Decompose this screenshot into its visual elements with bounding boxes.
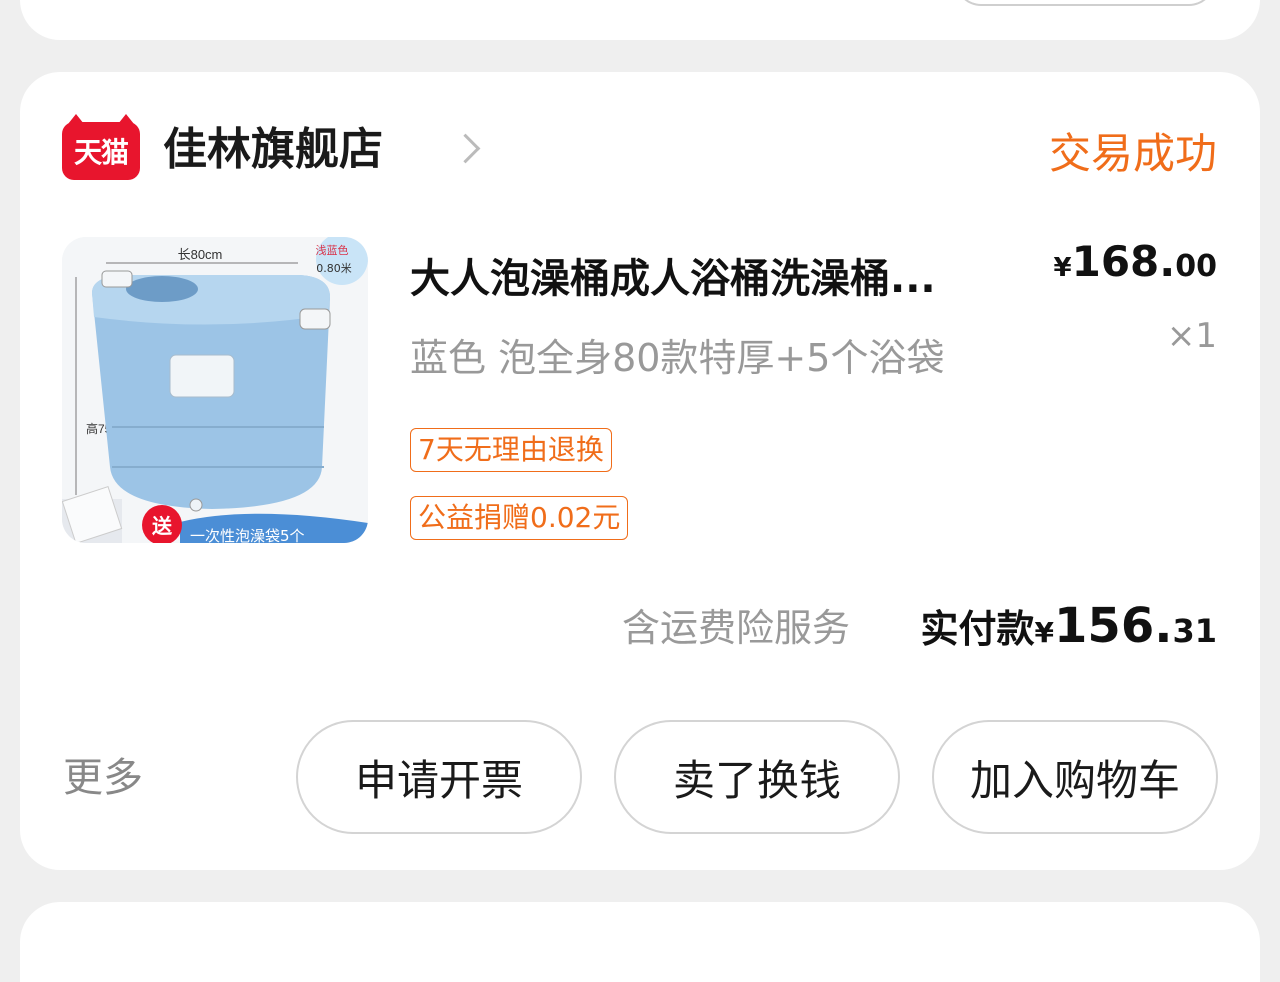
shipping-insurance-note: 含运费险服务 xyxy=(622,606,851,650)
color-badge-line2: 0.80米 xyxy=(316,262,352,275)
paid-amount: 实付款¥156.31 xyxy=(921,596,1217,667)
sell-item-button[interactable]: 卖了换钱 xyxy=(614,720,900,834)
bath-tub-illustration: 长80cm 高75cm 浅蓝色 0.80米 送 一次性泡澡袋5个 xyxy=(62,237,368,543)
store-name[interactable]: 佳林旗舰店 xyxy=(163,120,383,180)
product-image[interactable]: 长80cm 高75cm 浅蓝色 0.80米 送 一次性泡澡袋5个 xyxy=(62,237,368,543)
add-to-cart-button[interactable]: 加入购物车 xyxy=(932,720,1218,834)
product-sku: 蓝色 泡全身80款特厚+5个浴袋 xyxy=(410,336,945,380)
paid-integer: 156. xyxy=(1054,598,1173,654)
price-currency: ¥ xyxy=(1053,253,1072,283)
gift-badge: 送 xyxy=(152,514,173,538)
request-invoice-button[interactable]: 申请开票 xyxy=(296,720,582,834)
product-width-label: 长80cm xyxy=(178,247,223,262)
order-status: 交易成功 xyxy=(1048,129,1217,178)
next-order-card xyxy=(20,902,1260,982)
paid-decimal: 31 xyxy=(1172,612,1217,650)
product-quantity: ×1 xyxy=(1166,316,1217,356)
previous-order-button[interactable] xyxy=(955,0,1215,6)
price-decimal: 00 xyxy=(1175,249,1217,284)
product-price: ¥168.00 xyxy=(1054,234,1217,299)
paid-label: 实付款 xyxy=(920,607,1035,651)
product-title[interactable]: 大人泡澡桶成人浴桶洗澡桶... xyxy=(410,250,1050,308)
paid-currency: ¥ xyxy=(1034,616,1055,649)
color-badge-line1: 浅蓝色 xyxy=(316,243,349,257)
more-button[interactable]: 更多 xyxy=(63,748,143,808)
tmall-logo-icon: 天猫 xyxy=(62,114,140,180)
return-policy-tag: 7天无理由退换 xyxy=(410,428,612,472)
gift-banner-text: 一次性泡澡袋5个 xyxy=(190,527,305,543)
price-integer: 168. xyxy=(1071,237,1176,286)
charity-donation-tag: 公益捐赠0.02元 xyxy=(410,496,629,540)
previous-order-card xyxy=(20,0,1260,40)
